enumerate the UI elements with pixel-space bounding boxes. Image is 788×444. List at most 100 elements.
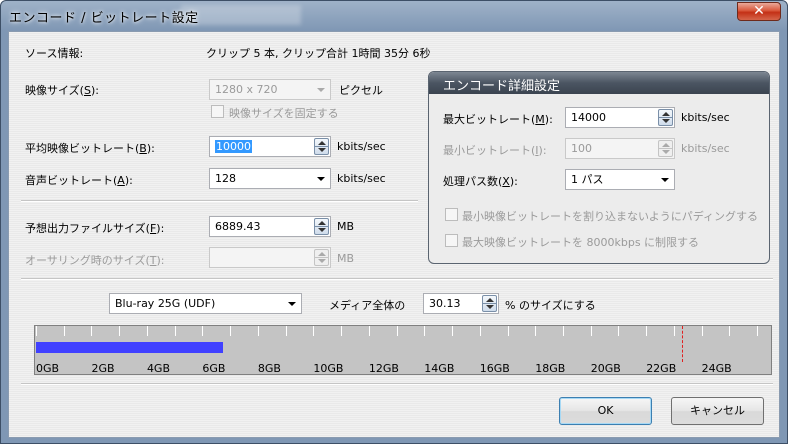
max-bitrate-label: 最大ビットレート(M): <box>443 113 553 126</box>
media-ratio-suffix: % のサイズにする <box>505 299 596 312</box>
spin-down-icon <box>662 150 670 154</box>
authoring-size-spinner[interactable] <box>314 249 329 266</box>
middle-separator <box>21 278 773 280</box>
pass-count-select[interactable]: 1 パス <box>565 169 675 190</box>
spin-down-icon <box>318 228 326 232</box>
gauge-tick <box>618 326 620 336</box>
min-bitrate-unit: kbits/sec <box>681 142 730 155</box>
avg-bitrate-unit: kbits/sec <box>337 140 386 153</box>
gauge-label: 4GB <box>146 362 171 375</box>
gauge-tick <box>257 326 259 336</box>
chevron-down-icon <box>661 178 669 182</box>
gauge-label: 10GB <box>313 362 344 375</box>
gauge-tick <box>285 326 287 336</box>
audio-bitrate-value: 128 <box>215 172 236 185</box>
media-capacity-gauge: 0GB 2GB 4GB 6GB 8GB 10GB 12GB 14GB 16GB 18GB 20GB 2… <box>34 325 772 375</box>
chevron-down-icon <box>317 177 325 181</box>
spin-up-icon <box>662 112 670 116</box>
audio-bitrate-unit: kbits/sec <box>337 172 386 185</box>
advanced-panel-header: エンコード詳細設定 <box>429 72 769 94</box>
title-glass-decoration <box>181 5 301 25</box>
bottom-separator <box>21 383 773 385</box>
avg-bitrate-input[interactable]: 10000 <box>209 136 331 157</box>
gauge-limit-line <box>682 326 684 362</box>
avg-bitrate-spinner[interactable] <box>314 138 329 155</box>
gauge-label: 6GB <box>202 362 226 375</box>
min-bitrate-spinner[interactable] <box>658 140 673 157</box>
video-size-unit: ピクセル <box>339 84 383 97</box>
pass-count-label: 処理パス数(X): <box>443 175 518 188</box>
spin-up-icon <box>318 141 326 145</box>
gauge-tick <box>313 326 315 336</box>
avg-bitrate-label: 平均映像ビットレート(B): <box>25 142 155 155</box>
advanced-encode-panel: エンコード詳細設定 最大ビットレート(M): 14000 kbits/sec 最… <box>428 71 770 264</box>
est-size-unit: MB <box>337 220 355 233</box>
advanced-panel-title: エンコード詳細設定 <box>443 79 561 94</box>
close-icon: ✕ <box>753 3 765 19</box>
media-ratio-label: メディア全体の <box>329 299 406 312</box>
avg-bitrate-value: 10000 <box>215 140 252 153</box>
media-ratio-spinner[interactable] <box>482 295 497 312</box>
gauge-tick <box>36 326 37 336</box>
gauge-tick <box>757 326 759 336</box>
gauge-label: 20GB <box>590 362 621 375</box>
est-size-label: 予想出力ファイルサイズ(F): <box>25 222 165 235</box>
gauge-label: 12GB <box>368 362 399 375</box>
max-bitrate-input[interactable]: 14000 <box>565 107 675 128</box>
padding-checkbox[interactable] <box>445 208 458 221</box>
title-bar[interactable]: エンコード / ビットレート設定 ✕ <box>1 1 787 31</box>
max-bitrate-spinner[interactable] <box>658 109 673 126</box>
gauge-fill-bar <box>36 342 223 353</box>
spin-down-icon <box>318 259 326 263</box>
spin-up-icon <box>318 252 326 256</box>
chevron-down-icon <box>288 302 296 306</box>
gauge-tick <box>479 326 481 336</box>
authoring-size-unit: MB <box>337 252 355 265</box>
ok-button[interactable]: OK <box>559 397 652 425</box>
audio-bitrate-select[interactable]: 128 <box>209 168 331 189</box>
spin-down-icon <box>662 119 670 123</box>
gauge-label: 24GB <box>701 362 732 375</box>
audio-bitrate-label: 音声ビットレート(A): <box>25 174 133 187</box>
gauge-label: 18GB <box>535 362 566 375</box>
gauge-tick <box>424 326 426 336</box>
est-size-spinner[interactable] <box>314 218 329 235</box>
gauge-tick <box>590 326 592 336</box>
spin-down-icon <box>486 305 494 309</box>
gauge-tick <box>507 326 509 336</box>
gauge-tick <box>368 326 370 336</box>
media-ratio-input[interactable]: 30.13 <box>423 293 499 314</box>
gauge-tick <box>146 326 148 336</box>
gauge-tick <box>673 326 675 336</box>
est-size-value: 6889.43 <box>215 220 261 233</box>
est-size-input[interactable]: 6889.43 <box>209 216 331 237</box>
gauge-label: 8GB <box>257 362 281 375</box>
padding-label: 最小映像ビットレートを割り込まないようにパディングする <box>462 210 759 223</box>
gauge-tick <box>63 326 65 336</box>
video-size-select[interactable]: 1280 x 720 <box>209 79 331 100</box>
gauge-tick <box>202 326 204 336</box>
gauge-tick <box>341 326 343 336</box>
dialog-body: ソース情報: クリップ 5 本, クリップ合計 1時間 35分 6秒 映像サイズ… <box>8 31 780 438</box>
gauge-label: 22GB <box>646 362 677 375</box>
close-button[interactable]: ✕ <box>737 2 781 21</box>
video-size-value: 1280 x 720 <box>215 83 278 96</box>
min-bitrate-value: 100 <box>571 142 592 155</box>
gauge-tick <box>701 326 703 336</box>
source-info-value: クリップ 5 本, クリップ合計 1時間 35分 6秒 <box>206 47 431 60</box>
media-type-value: Blu-ray 25G (UDF) <box>115 297 216 310</box>
media-type-select[interactable]: Blu-ray 25G (UDF) <box>109 293 302 314</box>
window-title: エンコード / ビットレート設定 <box>9 11 199 26</box>
gauge-tick <box>729 326 731 336</box>
fix-video-size-checkbox[interactable] <box>211 105 224 118</box>
gauge-tick <box>174 326 176 336</box>
gauge-tick <box>452 326 454 336</box>
authoring-size-input[interactable] <box>209 247 331 268</box>
gauge-tick <box>396 326 398 336</box>
spin-down-icon <box>318 148 326 152</box>
gauge-label: 16GB <box>479 362 510 375</box>
gauge-tick <box>535 326 537 336</box>
limit-bitrate-checkbox[interactable] <box>445 234 458 247</box>
min-bitrate-input[interactable]: 100 <box>565 138 675 159</box>
cancel-button[interactable]: キャンセル <box>671 397 764 425</box>
